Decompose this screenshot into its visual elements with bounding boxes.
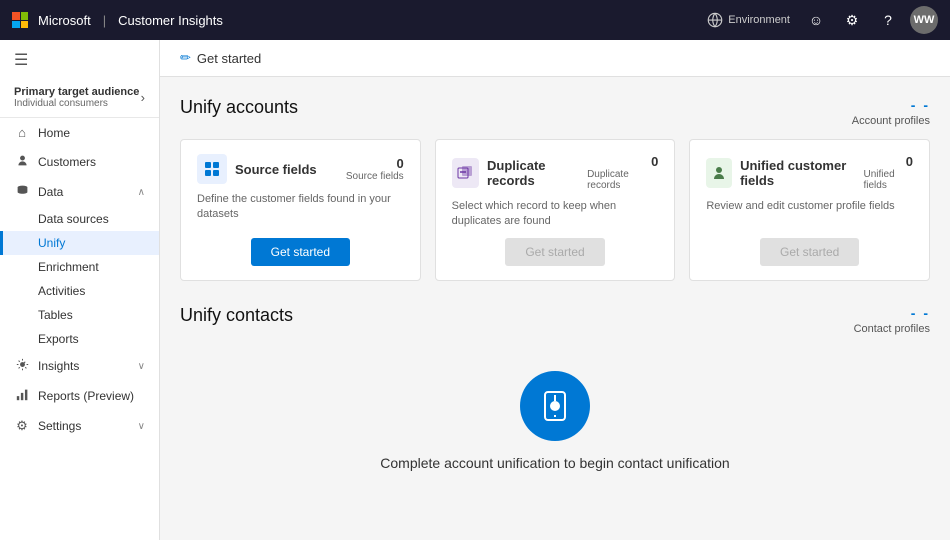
section-header-contacts: Unify contacts - - Contact profiles [180,305,930,335]
source-fields-footer: Get started [197,238,404,266]
page-header: ✏ Get started [160,40,950,77]
home-icon: ⌂ [14,125,30,140]
hamburger-menu[interactable]: ☰ [0,40,159,80]
unified-customer-fields-card: Unified customer fields 0 Unified fields… [689,139,930,281]
smiley-icon[interactable]: ☺ [802,6,830,34]
sidebar-item-insights[interactable]: Insights ∨ [0,351,159,381]
sidebar-item-settings[interactable]: ⚙ Settings ∨ [0,411,159,441]
duplicate-records-count: 0 Duplicate records [587,154,658,191]
duplicate-records-footer: Get started [452,238,659,266]
target-audience-section[interactable]: Primary target audience Individual consu… [0,80,159,118]
account-profiles-label: Account profiles [852,115,930,127]
page-title: Get started [197,51,261,66]
source-fields-card: Source fields 0 Source fields Define the… [180,139,421,281]
duplicate-records-card: Duplicate records 0 Duplicate records Se… [435,139,676,281]
source-fields-card-header: Source fields 0 Source fields [197,154,404,184]
sidebar-item-home[interactable]: ⌂ Home [0,118,159,147]
duplicate-records-icon [452,158,479,188]
customers-icon [14,154,30,170]
settings-icon[interactable]: ⚙ [838,6,866,34]
unify-accounts-title: Unify accounts [180,97,298,118]
duplicate-records-get-started-button: Get started [505,238,604,266]
sidebar: ☰ Primary target audience Individual con… [0,40,160,540]
page-body: Unify accounts - - Account profiles [160,77,950,515]
data-icon [14,184,30,200]
settings-gear-icon: ⚙ [14,418,30,434]
unified-fields-count: 0 Unified fields [864,154,914,191]
unified-fields-footer: Get started [706,238,913,266]
data-chevron: ∧ [138,187,145,198]
sidebar-item-activities[interactable]: Activities [0,279,159,303]
sidebar-item-data[interactable]: Data ∧ [0,177,159,207]
source-fields-get-started-button[interactable]: Get started [251,238,350,266]
cards-row: Source fields 0 Source fields Define the… [180,139,930,281]
unify-contacts-title: Unify contacts [180,305,293,326]
top-navigation: Microsoft | Customer Insights Environmen… [0,0,950,40]
duplicate-records-title: Duplicate records [487,158,587,188]
settings-chevron: ∨ [138,421,145,432]
user-avatar[interactable]: WW [910,6,938,34]
contacts-icon [520,371,590,441]
sidebar-item-tables[interactable]: Tables [0,303,159,327]
account-profiles-dash: - - [911,97,930,113]
unified-fields-card-header: Unified customer fields 0 Unified fields [706,154,913,191]
company-name: Microsoft [38,13,91,28]
source-fields-title: Source fields [235,162,317,177]
contacts-message: Complete account unification to begin co… [380,455,729,471]
source-fields-desc: Define the customer fields found in your… [197,192,404,223]
sidebar-item-customers[interactable]: Customers [0,147,159,177]
environment-icon [706,11,724,29]
duplicate-records-card-header: Duplicate records 0 Duplicate records [452,154,659,191]
help-icon[interactable]: ? [874,6,902,34]
app-logo: Microsoft | Customer Insights [12,12,223,28]
unify-contacts-section: Unify contacts - - Contact profiles [180,305,930,495]
layout: ☰ Primary target audience Individual con… [0,40,950,540]
sidebar-item-reports[interactable]: Reports (Preview) [0,381,159,411]
microsoft-logo [12,12,28,28]
target-audience-label: Primary target audience [14,86,141,98]
source-fields-count: 0 Source fields [346,156,404,182]
unified-fields-icon [706,158,732,188]
unified-fields-desc: Review and edit customer profile fields [706,199,913,214]
contact-profiles-label: Contact profiles [854,323,930,335]
source-fields-icon [197,154,227,184]
contacts-body: Complete account unification to begin co… [180,347,930,495]
reports-icon [14,388,30,404]
nav-icons: ☺ ⚙ ? WW [802,6,938,34]
main-content: ✏ Get started Unify accounts - - Account… [160,40,950,540]
unified-fields-title: Unified customer fields [740,158,863,188]
environment-indicator: Environment [706,11,790,29]
insights-icon [14,358,30,374]
target-audience-sub: Individual consumers [14,98,141,109]
contact-profiles-link[interactable]: - - Contact profiles [854,305,930,335]
unify-accounts-section: Unify accounts - - Account profiles [180,97,930,281]
insights-chevron: ∨ [138,361,145,372]
sidebar-item-data-sources[interactable]: Data sources [0,207,159,231]
sidebar-item-enrichment[interactable]: Enrichment [0,255,159,279]
target-audience-chevron: › [141,90,145,105]
environment-label: Environment [728,14,790,26]
sidebar-item-exports[interactable]: Exports [0,327,159,351]
contact-profiles-dash: - - [911,305,930,321]
sidebar-item-unify[interactable]: Unify [0,231,159,255]
unified-fields-get-started-button: Get started [760,238,859,266]
account-profiles-link[interactable]: - - Account profiles [852,97,930,127]
section-header-accounts: Unify accounts - - Account profiles [180,97,930,127]
edit-icon: ✏ [180,50,191,66]
duplicate-records-desc: Select which record to keep when duplica… [452,199,659,230]
app-name: Customer Insights [118,13,223,28]
